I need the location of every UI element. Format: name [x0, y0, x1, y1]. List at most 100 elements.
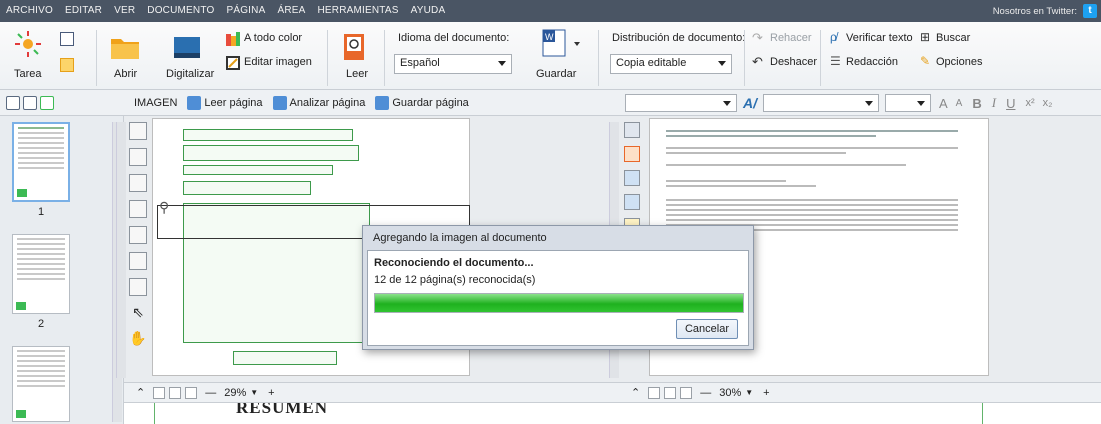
read-icon[interactable] — [340, 32, 368, 60]
distribucion-label: Distribución de documento: — [612, 32, 746, 44]
menu-archivo[interactable]: ARCHIVO — [0, 0, 59, 22]
color-mode-icon[interactable] — [226, 32, 240, 46]
scanner-icon[interactable] — [172, 34, 200, 62]
redaction-icon[interactable]: ☰ — [830, 54, 841, 68]
chevron-down-icon — [917, 101, 925, 106]
guardar-pagina-button[interactable]: Guardar página — [375, 95, 469, 110]
menu-area[interactable]: ÁREA — [271, 0, 311, 22]
document-editor[interactable]: RESUMEN — [124, 402, 1101, 424]
redaccion-label[interactable]: Redacción — [846, 56, 898, 68]
folder-icon[interactable] — [110, 34, 139, 62]
binoculars-icon[interactable]: ⊞ — [920, 30, 930, 44]
insert-icon[interactable] — [624, 170, 640, 186]
select-pointer-icon[interactable]: ⇖ — [129, 304, 147, 322]
text-zone[interactable] — [183, 181, 311, 195]
image-zoom-value[interactable]: 29% — [224, 387, 246, 399]
zoom-out-button[interactable]: — — [205, 387, 216, 399]
grid-view-icon[interactable] — [6, 95, 20, 110]
background-area-tool-icon[interactable] — [129, 226, 147, 244]
chevron-down-icon[interactable]: ▼ — [745, 388, 753, 397]
save-dropdown-icon[interactable] — [574, 42, 580, 46]
text-zone[interactable] — [233, 351, 337, 365]
text-zone[interactable] — [183, 145, 359, 161]
wrench-icon[interactable]: ✎ — [920, 54, 930, 68]
dialog-status: 12 de 12 página(s) reconocida(s) — [374, 274, 536, 286]
spellcheck-icon[interactable]: ρ̸ — [830, 30, 837, 44]
analizar-pagina-button[interactable]: Analizar página — [272, 95, 365, 110]
text-zone[interactable] — [183, 129, 353, 141]
text-zoom-value[interactable]: 30% — [719, 387, 741, 399]
superscript-button[interactable]: x² — [1025, 97, 1034, 109]
table-icon[interactable] — [624, 194, 640, 210]
italic-button[interactable]: I — [992, 95, 996, 111]
deshacer-label[interactable]: Deshacer — [770, 56, 817, 68]
verificar-texto-label[interactable]: Verificar texto — [846, 32, 913, 44]
zoom-in-button[interactable]: + — [763, 387, 769, 399]
fit-width-icon[interactable] — [664, 386, 677, 399]
page-thumbnail[interactable] — [12, 122, 70, 202]
document-view-icon[interactable] — [624, 122, 640, 138]
a-todo-color-label[interactable]: A todo color — [244, 32, 302, 44]
idioma-select[interactable]: Español — [394, 54, 512, 74]
menu-herramientas[interactable]: HERRAMIENTAS — [312, 0, 405, 22]
redo-icon[interactable]: ↷ — [752, 30, 763, 46]
zoom-out-button[interactable]: — — [700, 387, 711, 399]
fit-page-icon[interactable] — [153, 386, 166, 399]
menu-pagina[interactable]: PÁGINA — [220, 0, 271, 22]
leer-pagina-button[interactable]: Leer página — [187, 95, 263, 110]
subscript-button[interactable]: x₂ — [1043, 97, 1053, 109]
actual-size-icon[interactable] — [680, 386, 693, 399]
distribucion-select[interactable]: Copia editable — [610, 54, 732, 74]
rehacer-label[interactable]: Rehacer — [770, 32, 812, 44]
font-select[interactable] — [763, 94, 879, 112]
chevron-down-icon[interactable]: ▼ — [250, 388, 258, 397]
chevron-up-icon[interactable]: ⌃ — [631, 386, 640, 399]
edit-image-icon[interactable] — [226, 56, 240, 70]
fit-width-icon[interactable] — [169, 386, 182, 399]
save-word-icon[interactable]: W — [540, 28, 568, 57]
abrir-label[interactable]: Abrir — [114, 68, 137, 80]
bold-button[interactable]: B — [972, 96, 981, 111]
menu-ayuda[interactable]: AYUDA — [405, 0, 452, 22]
menu-editar[interactable]: EDITAR — [59, 0, 108, 22]
zoom-in-button[interactable]: + — [268, 387, 274, 399]
buscar-label[interactable]: Buscar — [936, 32, 970, 44]
hand-icon[interactable]: ✋ — [129, 330, 147, 348]
font-icon[interactable]: A/ — [743, 95, 757, 111]
menu-ver[interactable]: VER — [108, 0, 141, 22]
menu-documento[interactable]: DOCUMENTO — [141, 0, 220, 22]
image-pane-left-scrollbar[interactable] — [116, 122, 126, 378]
edit-doc-icon[interactable] — [60, 58, 74, 72]
page-thumbnail[interactable] — [12, 234, 70, 314]
shrink-font-button[interactable]: A — [956, 98, 963, 109]
list-view-icon[interactable] — [23, 95, 37, 110]
table-area-tool-icon[interactable] — [129, 174, 147, 192]
digitalizar-label[interactable]: Digitalizar — [166, 68, 214, 80]
order-areas-tool-icon[interactable] — [129, 278, 147, 296]
chevron-up-icon[interactable]: ⌃ — [136, 386, 145, 399]
leer-label[interactable]: Leer — [346, 68, 368, 80]
twitter-icon[interactable]: t — [1083, 4, 1097, 18]
editar-imagen-label[interactable]: Editar imagen — [244, 56, 312, 68]
style-select[interactable] — [625, 94, 737, 112]
actual-size-icon[interactable] — [185, 386, 198, 399]
opciones-label[interactable]: Opciones — [936, 56, 982, 68]
cancel-button[interactable]: Cancelar — [676, 319, 738, 339]
underline-button[interactable]: U — [1006, 96, 1015, 111]
new-doc-icon[interactable] — [60, 32, 74, 46]
erase-area-tool-icon[interactable] — [129, 252, 147, 270]
page-settings-icon[interactable] — [40, 95, 54, 110]
font-size-select[interactable] — [885, 94, 931, 112]
undo-icon[interactable]: ↶ — [752, 54, 763, 70]
page-thumbnail[interactable] — [12, 346, 70, 422]
picture-area-tool-icon[interactable] — [129, 148, 147, 166]
fit-page-icon[interactable] — [648, 386, 661, 399]
text-zone[interactable] — [183, 165, 333, 175]
guardar-label[interactable]: Guardar — [536, 68, 576, 80]
barcode-area-tool-icon[interactable] — [129, 200, 147, 218]
tarea-label[interactable]: Tarea — [14, 68, 42, 80]
task-wizard-icon[interactable] — [14, 30, 42, 58]
edit-view-icon[interactable] — [624, 146, 640, 162]
grow-font-button[interactable]: A — [939, 96, 948, 111]
text-area-tool-icon[interactable] — [129, 122, 147, 140]
